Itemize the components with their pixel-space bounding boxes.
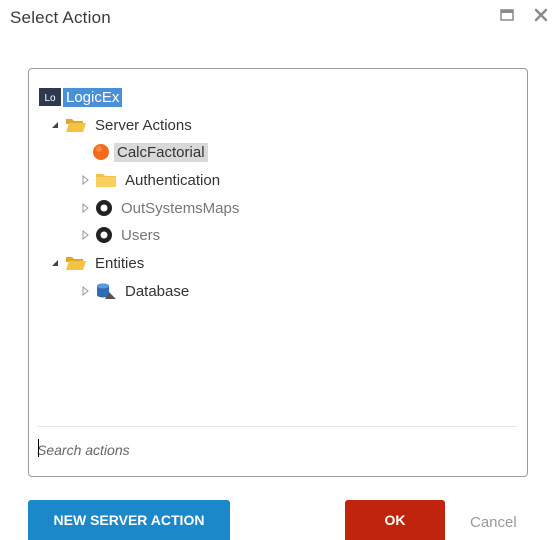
tree-item-label: CalcFactorial	[114, 142, 208, 162]
module-icon	[95, 226, 113, 244]
expand-arrow-icon[interactable]	[79, 229, 91, 241]
collapse-arrow-icon[interactable]	[49, 257, 61, 269]
maximize-icon[interactable]	[498, 6, 518, 26]
action-tree-panel: Lo LogicEx Server Actions CalcFactorial …	[28, 68, 528, 477]
tree-item-authentication[interactable]: Authentication	[79, 169, 223, 191]
text-caret	[38, 439, 39, 457]
tree-item-label: OutSystemsMaps	[121, 199, 240, 217]
expand-arrow-icon[interactable]	[79, 202, 91, 214]
folder-open-icon	[65, 254, 87, 272]
close-icon[interactable]	[532, 6, 552, 26]
dialog-title: Select Action	[10, 8, 111, 27]
tree-item-entities[interactable]: Entities	[49, 252, 147, 274]
ok-button[interactable]: OK	[345, 500, 445, 540]
search-divider	[37, 426, 517, 427]
folder-icon	[95, 171, 117, 189]
module-icon	[95, 199, 113, 217]
tree-root-logicex[interactable]: Lo LogicEx	[39, 86, 123, 108]
tree-root-label[interactable]: LogicEx	[63, 87, 123, 107]
new-server-action-button[interactable]: NEW SERVER ACTION	[28, 500, 230, 540]
tree-item-database[interactable]: Database	[79, 280, 192, 302]
tree-item-label: Server Actions	[95, 116, 192, 134]
search-actions-input[interactable]	[37, 437, 507, 463]
tree-item-label: Database	[125, 282, 190, 300]
database-icon	[95, 282, 117, 300]
collapse-arrow-icon[interactable]	[49, 119, 61, 131]
tree-item-server-actions[interactable]: Server Actions	[49, 114, 195, 136]
tree-item-label: Entities	[95, 254, 145, 272]
tree-item-outsystemsmaps[interactable]: OutSystemsMaps	[79, 197, 242, 219]
expand-arrow-icon[interactable]	[79, 285, 91, 297]
expand-arrow-icon[interactable]	[79, 174, 91, 186]
cancel-button[interactable]: Cancel	[470, 514, 517, 531]
folder-open-icon	[65, 116, 87, 134]
tree-item-users[interactable]: Users	[79, 224, 163, 246]
svg-text:Lo: Lo	[44, 93, 56, 104]
tree-item-calcfactorial[interactable]: CalcFactorial	[92, 141, 208, 163]
tree-item-label: Authentication	[125, 171, 221, 189]
tree-item-label: Users	[121, 226, 161, 244]
module-badge-icon: Lo	[39, 87, 61, 107]
server-action-icon	[92, 143, 110, 161]
